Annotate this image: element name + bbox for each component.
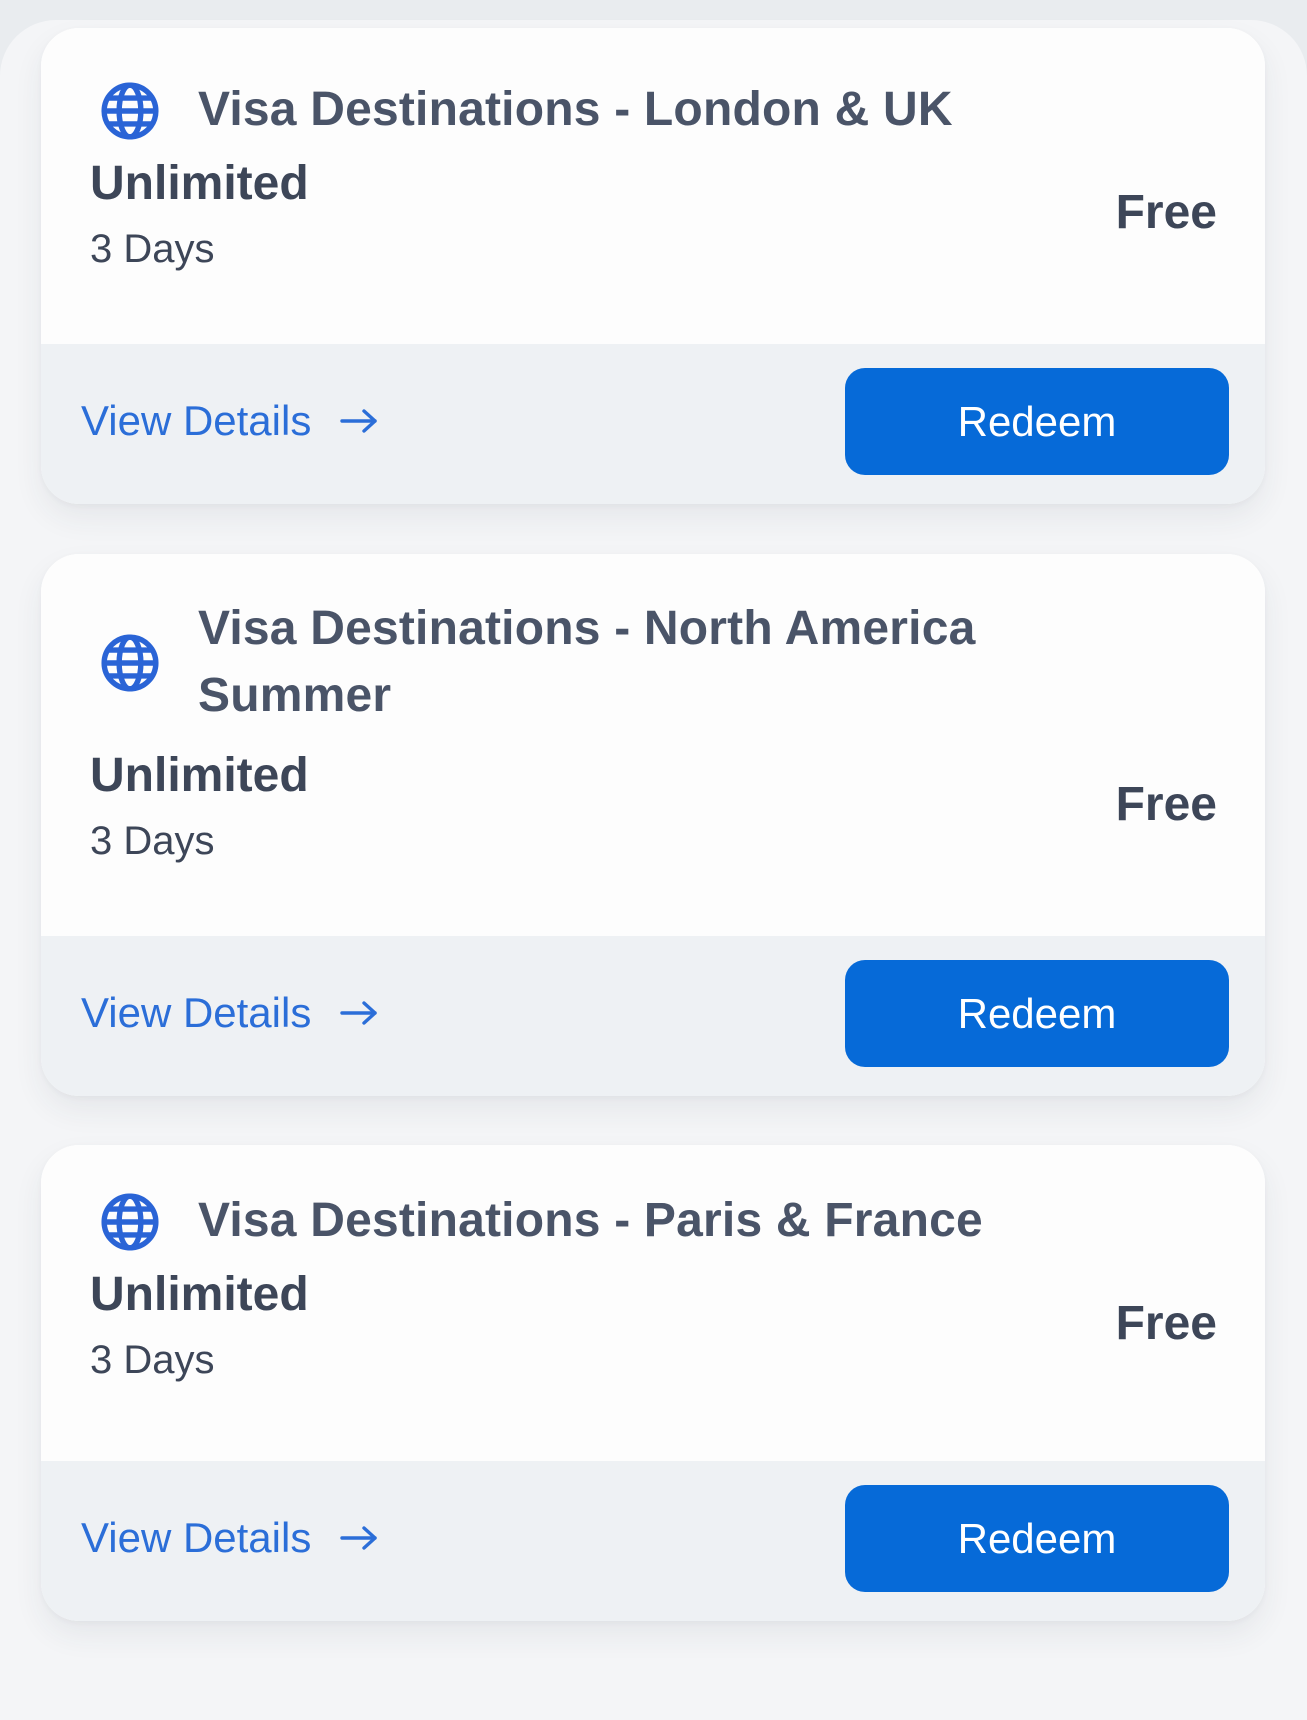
plan-duration: 3 Days	[90, 227, 215, 271]
view-details-link[interactable]: View Details	[81, 1513, 379, 1563]
arrow-right-icon	[340, 1001, 378, 1025]
view-details-label: View Details	[81, 1514, 312, 1561]
offer-card-footer: View Details Redeem	[41, 1461, 1265, 1621]
offers-panel: Visa Destinations - London & UK Unlimite…	[0, 20, 1307, 1720]
offer-title: Visa Destinations - Paris & France	[198, 1194, 983, 1247]
offer-card-body: Visa Destinations - London & UK Unlimite…	[41, 28, 1265, 344]
view-details-link[interactable]: View Details	[81, 988, 379, 1038]
offer-title: Visa Destinations - North America Summer	[198, 602, 976, 722]
redeem-button[interactable]: Redeem	[845, 960, 1229, 1067]
globe-icon	[101, 82, 159, 140]
arrow-right-icon	[340, 1526, 378, 1550]
view-details-label: View Details	[81, 397, 312, 444]
redeem-button[interactable]: Redeem	[845, 368, 1229, 475]
plan-price: Free	[1115, 1297, 1217, 1350]
plan-duration: 3 Days	[90, 819, 215, 863]
redeem-button[interactable]: Redeem	[845, 1485, 1229, 1592]
offer-card-body: Visa Destinations - North America Summer…	[41, 554, 1265, 936]
offer-title: Visa Destinations - London & UK	[198, 83, 953, 136]
arrow-right-icon	[340, 409, 378, 433]
plan-price: Free	[1115, 778, 1217, 831]
offer-card-footer: View Details Redeem	[41, 936, 1265, 1096]
plan-name: Unlimited	[90, 1268, 309, 1321]
offer-card: Visa Destinations - Paris & France Unlim…	[41, 1145, 1265, 1621]
globe-icon	[101, 1193, 159, 1251]
plan-duration: 3 Days	[90, 1338, 215, 1382]
offer-card: Visa Destinations - North America Summer…	[41, 554, 1265, 1096]
globe-icon	[101, 634, 159, 692]
offer-card-body: Visa Destinations - Paris & France Unlim…	[41, 1145, 1265, 1461]
offer-card-footer: View Details Redeem	[41, 344, 1265, 504]
plan-price: Free	[1115, 186, 1217, 239]
view-details-link[interactable]: View Details	[81, 396, 379, 446]
view-details-label: View Details	[81, 989, 312, 1036]
plan-name: Unlimited	[90, 157, 309, 210]
plan-name: Unlimited	[90, 749, 309, 802]
offer-card: Visa Destinations - London & UK Unlimite…	[41, 28, 1265, 504]
